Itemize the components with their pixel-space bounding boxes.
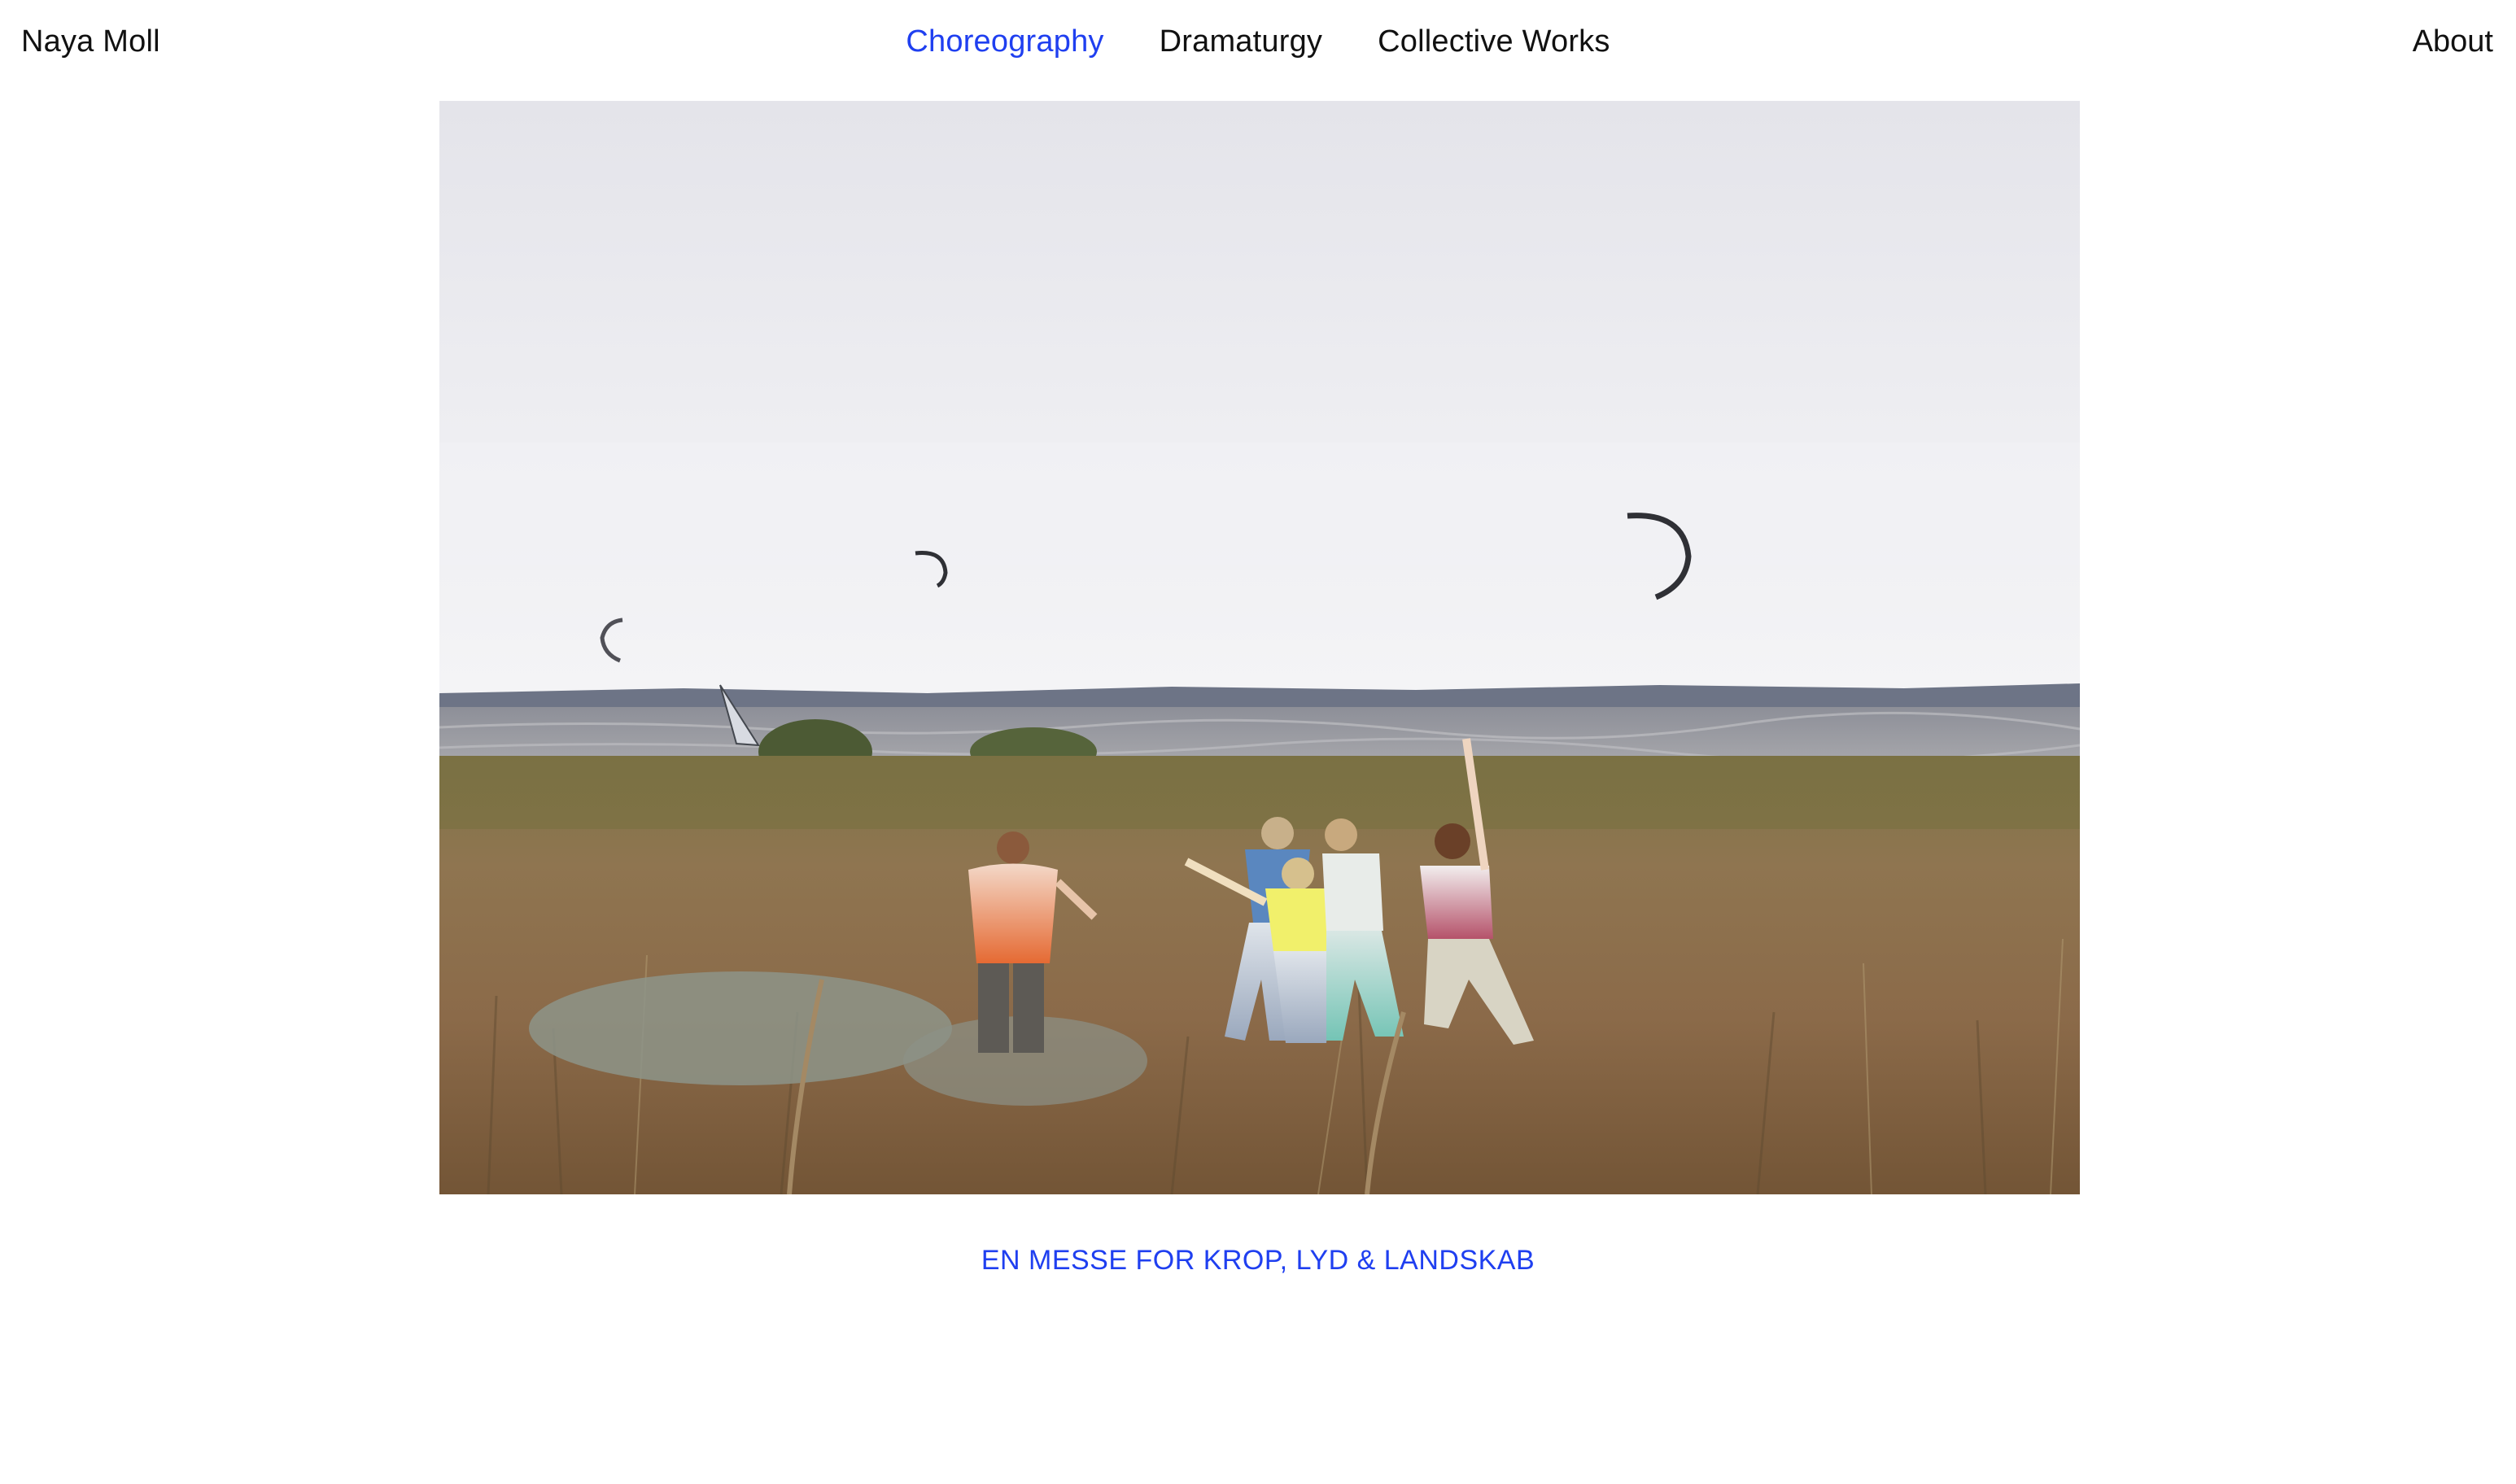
nav-item-dramaturgy[interactable]: Dramaturgy xyxy=(1160,21,1323,62)
site-header: Naya Moll Choreography Dramaturgy Collecti… xyxy=(0,0,2516,89)
main-nav: Choreography Dramaturgy Collective Works xyxy=(0,21,2516,62)
nav-item-choreography[interactable]: Choreography xyxy=(906,21,1103,62)
project-photo-image xyxy=(439,101,2080,1194)
project-caption-link[interactable]: EN MESSE FOR KROP, LYD & LANDSKAB xyxy=(0,1242,2516,1278)
nav-item-collective-works[interactable]: Collective Works xyxy=(1378,21,1610,62)
nav-item-about[interactable]: About xyxy=(2413,21,2493,62)
project-photo[interactable] xyxy=(439,101,2080,1194)
